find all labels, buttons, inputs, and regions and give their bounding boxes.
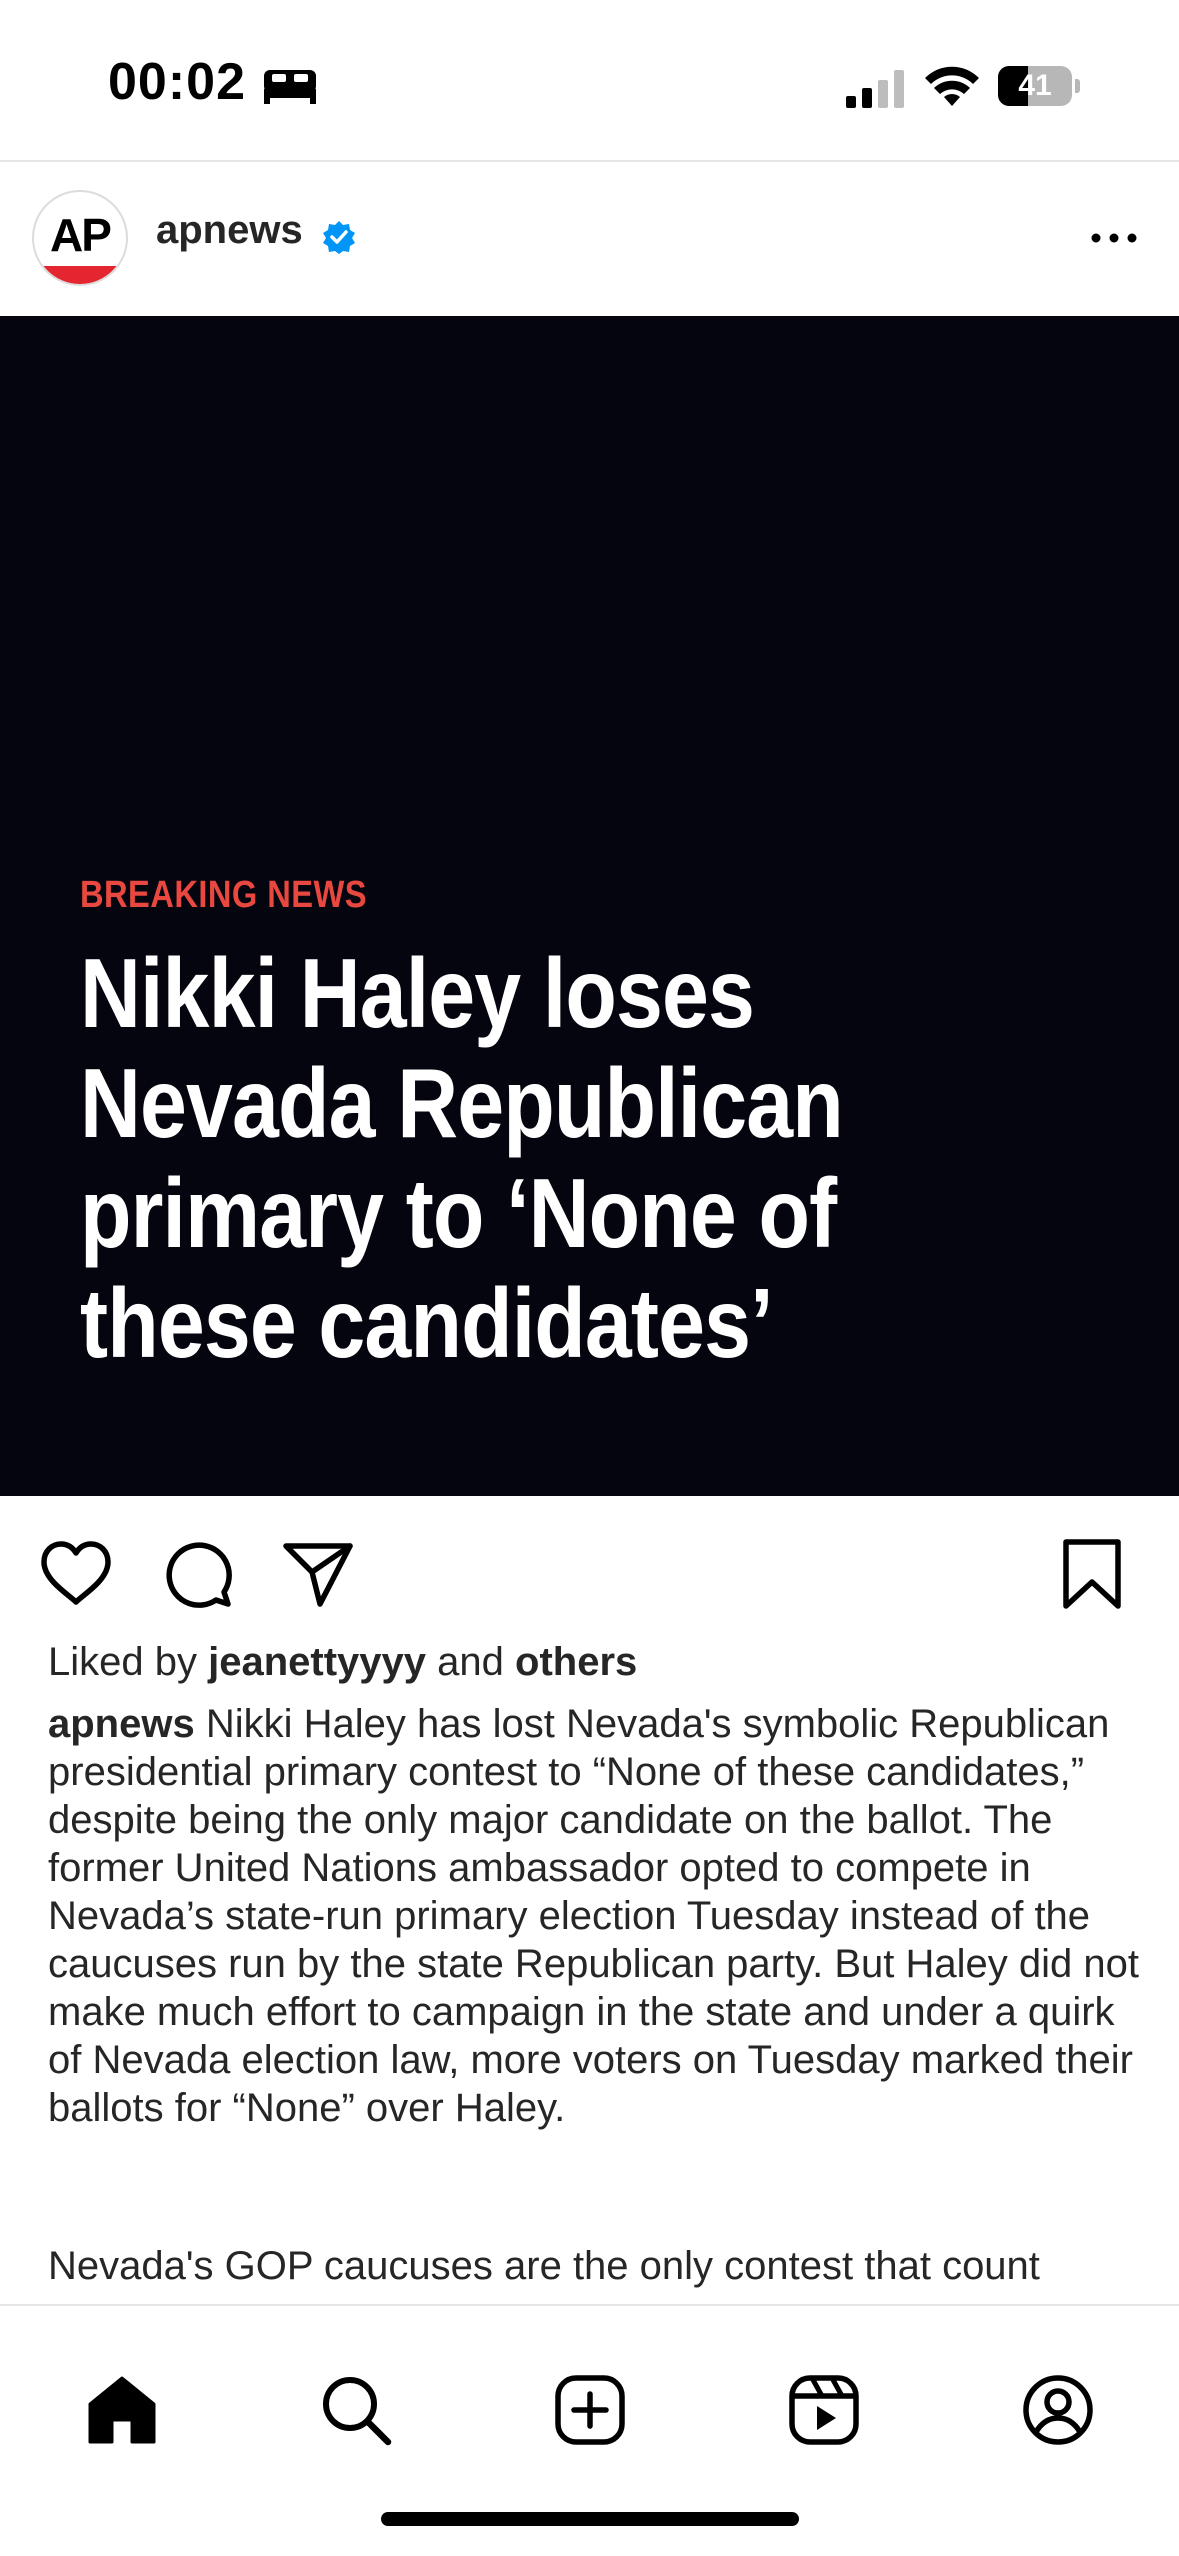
- breaking-news-kicker: BREAKING NEWS: [80, 874, 368, 916]
- wifi-icon: [925, 66, 979, 106]
- battery-indicator: 41: [998, 66, 1080, 106]
- instagram-post-screen: 00:02 41 AP apnews BREAKING NEWS Nikki H…: [0, 0, 1179, 2556]
- avatar-logo-text: AP: [50, 209, 112, 261]
- comment-bubble-icon[interactable]: [160, 1536, 236, 1612]
- bed-icon: [264, 70, 316, 104]
- post-caption: apnews Nikki Haley has lost Nevada's sym…: [48, 1700, 1148, 2132]
- search-icon[interactable]: [318, 2372, 394, 2448]
- caption-username[interactable]: apnews: [48, 1702, 195, 1746]
- avatar[interactable]: AP: [32, 190, 128, 286]
- likes-user-link[interactable]: jeanettyyyy: [208, 1640, 426, 1684]
- likes-others-link[interactable]: others: [515, 1640, 637, 1684]
- paper-plane-icon[interactable]: [280, 1536, 356, 1612]
- home-indicator[interactable]: [381, 2512, 799, 2526]
- post-username[interactable]: apnews: [156, 208, 303, 253]
- heart-icon[interactable]: [38, 1536, 114, 1612]
- caption-text-continued: Nevada's GOP caucuses are the only conte…: [48, 2244, 1040, 2288]
- verified-badge-icon: [323, 221, 355, 254]
- status-time: 00:02: [108, 53, 246, 111]
- reels-icon[interactable]: [786, 2372, 862, 2448]
- post-action-bar: [0, 1496, 1179, 1646]
- cellular-signal-icon: [846, 70, 904, 108]
- likes-prefix: Liked by: [48, 1640, 197, 1684]
- bookmark-icon[interactable]: [1054, 1536, 1130, 1612]
- likes-middle: and: [437, 1640, 504, 1684]
- more-dots-icon[interactable]: [1086, 220, 1142, 256]
- caption-text: Nikki Haley has lost Nevada's symbolic R…: [48, 1702, 1139, 2130]
- media-headline: Nikki Haley loses Nevada Republican prim…: [80, 938, 844, 1378]
- create-post-icon[interactable]: [552, 2372, 628, 2448]
- likes-summary: Liked by jeanettyyyy and others: [48, 1640, 637, 1685]
- status-bar: 00:02 41: [0, 0, 1179, 160]
- battery-percent: 41: [1018, 69, 1052, 102]
- home-icon[interactable]: [84, 2372, 160, 2448]
- profile-icon[interactable]: [1020, 2372, 1096, 2448]
- post-header: AP apnews: [0, 162, 1179, 316]
